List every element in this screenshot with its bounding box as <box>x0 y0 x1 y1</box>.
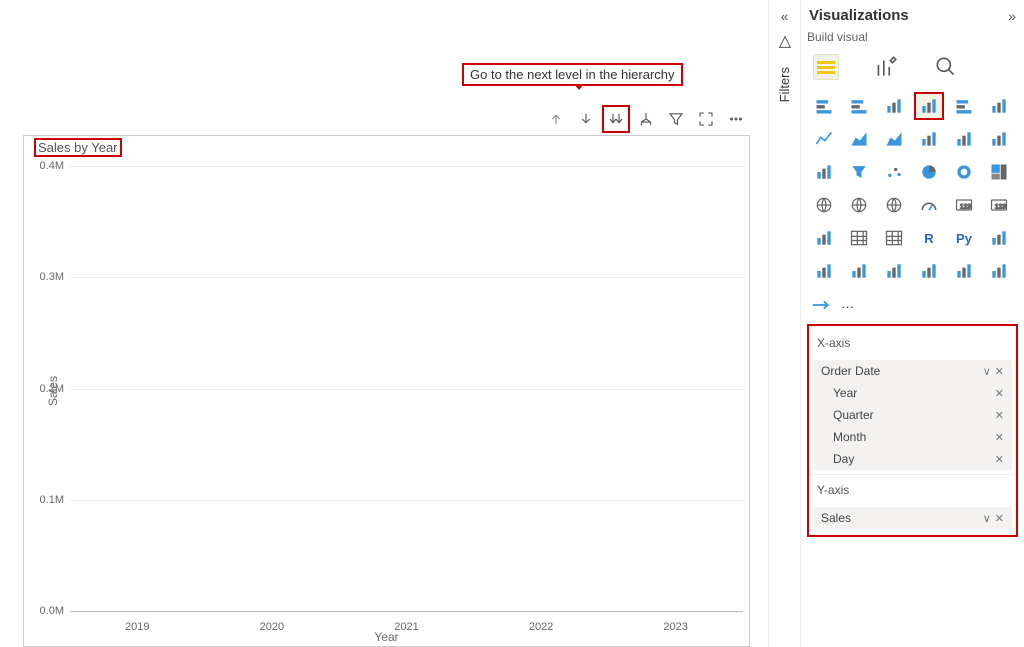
viz-type-multi-card[interactable]: 123 <box>984 191 1014 219</box>
field-pill-sales[interactable]: Sales ∨✕ <box>813 507 1012 529</box>
visualizations-pane: Visualizations » Build visual 123123RPy … <box>800 0 1024 647</box>
remove-field-icon[interactable]: ✕ <box>995 453 1004 466</box>
more-options-icon[interactable] <box>722 105 750 133</box>
focus-mode-icon[interactable] <box>692 105 720 133</box>
viz-type-qna[interactable] <box>844 257 874 285</box>
x-tick: 2020 <box>260 621 284 633</box>
viz-type-stacked-area[interactable] <box>879 125 909 153</box>
filter-icon[interactable] <box>662 105 690 133</box>
y-tick: 0.4M <box>28 160 64 172</box>
viz-type-stacked-bar-v[interactable] <box>844 92 874 120</box>
viz-type-line-col-stack[interactable] <box>949 125 979 153</box>
viz-type-narrative[interactable] <box>879 257 909 285</box>
build-visual-label: Build visual <box>807 30 868 44</box>
collapse-viz-icon[interactable]: » <box>1008 8 1016 24</box>
viz-type-clustered-bar-h[interactable] <box>879 92 909 120</box>
chart-tile[interactable]: Sales by Year Sales Year 0.0M0.1M0.2M0.3… <box>23 135 750 647</box>
x-tick: 2022 <box>529 621 553 633</box>
chevron-down-icon[interactable]: ∨ <box>983 512 991 525</box>
viz-type-scatter[interactable] <box>879 158 909 186</box>
y-tick: 0.0M <box>28 605 64 617</box>
viz-type-kpi[interactable] <box>809 224 839 252</box>
viz-type-ribbon[interactable] <box>984 125 1014 153</box>
viz-type-table[interactable] <box>879 224 909 252</box>
viz-pane-title: Visualizations <box>809 7 909 24</box>
viz-type-treemap[interactable] <box>984 158 1014 186</box>
viz-type-100-stacked-h[interactable] <box>949 92 979 120</box>
field-pill-quarter[interactable]: Quarter ✕ <box>813 404 1012 426</box>
chart-title: Sales by Year <box>34 138 122 157</box>
expand-filters-icon[interactable]: « <box>781 8 789 24</box>
viz-type-metrics[interactable] <box>949 257 979 285</box>
y-axis-well-header[interactable]: Y-axis <box>809 474 1016 505</box>
remove-field-icon[interactable]: ✕ <box>995 365 1004 378</box>
viz-type-card[interactable]: 123 <box>949 191 979 219</box>
x-tick: 2019 <box>125 621 149 633</box>
viz-type-clustered-bar-v[interactable] <box>914 92 944 120</box>
viz-type-area[interactable] <box>844 125 874 153</box>
viz-type-python[interactable]: Py <box>949 224 979 252</box>
expand-all-icon[interactable] <box>632 105 660 133</box>
expand-next-level-icon[interactable] <box>602 105 630 133</box>
viz-type-power-apps[interactable] <box>984 257 1014 285</box>
drill-up-icon[interactable] <box>542 105 570 133</box>
viz-type-pie[interactable] <box>914 158 944 186</box>
x-tick: 2023 <box>663 621 687 633</box>
chevron-down-icon[interactable]: ∨ <box>983 365 991 378</box>
spotlight-icon[interactable] <box>777 34 793 53</box>
analytics-icon[interactable] <box>933 54 959 80</box>
viz-type-100-stacked-v[interactable] <box>984 92 1014 120</box>
y-tick: 0.2M <box>28 383 64 395</box>
viz-type-line[interactable] <box>809 125 839 153</box>
viz-type-decomp[interactable] <box>809 257 839 285</box>
format-visual-icon[interactable] <box>873 54 899 80</box>
viz-type-key-influencers[interactable] <box>984 224 1014 252</box>
viz-type-r[interactable]: R <box>914 224 944 252</box>
more-visuals-icon[interactable] <box>811 297 833 316</box>
viz-type-paginated[interactable] <box>914 257 944 285</box>
x-axis-well-header[interactable]: X-axis <box>809 328 1016 358</box>
remove-field-icon[interactable]: ✕ <box>995 431 1004 444</box>
viz-type-donut[interactable] <box>949 158 979 186</box>
viz-type-line-col[interactable] <box>914 125 944 153</box>
chart-toolbar <box>542 105 750 133</box>
y-tick: 0.1M <box>28 494 64 506</box>
field-pill-day[interactable]: Day ✕ <box>813 448 1012 470</box>
viz-type-gallery: 123 123 RPy <box>807 90 1018 295</box>
viz-type-map[interactable] <box>809 191 839 219</box>
viz-type-slicer[interactable] <box>844 224 874 252</box>
field-pill-month[interactable]: Month ✕ <box>813 426 1012 448</box>
tooltip-next-level: Go to the next level in the hierarchy <box>462 63 683 86</box>
viz-type-stacked-bar-h[interactable] <box>809 92 839 120</box>
viz-type-gauge[interactable] <box>914 191 944 219</box>
remove-field-icon[interactable]: ✕ <box>995 512 1004 525</box>
viz-type-waterfall[interactable] <box>809 158 839 186</box>
viz-type-funnel[interactable] <box>844 158 874 186</box>
remove-field-icon[interactable]: ✕ <box>995 409 1004 422</box>
drill-down-icon[interactable] <box>572 105 600 133</box>
filters-label: Filters <box>777 67 792 102</box>
field-pill-year[interactable]: Year ✕ <box>813 382 1012 404</box>
build-visual-icon[interactable] <box>813 54 839 80</box>
field-pill-order-date[interactable]: Order Date ∨✕ <box>813 360 1012 382</box>
filters-pane-collapsed[interactable]: « Filters <box>768 0 800 647</box>
svg-text:123: 123 <box>995 203 1006 210</box>
ellipsis-icon[interactable]: ··· <box>841 299 854 314</box>
x-tick: 2021 <box>394 621 418 633</box>
remove-field-icon[interactable]: ✕ <box>995 387 1004 400</box>
svg-text:123: 123 <box>960 203 971 210</box>
field-wells: X-axis Order Date ∨✕ Year ✕ Quarter ✕ Mo… <box>807 324 1018 537</box>
y-tick: 0.3M <box>28 271 64 283</box>
viz-type-azure-map[interactable] <box>879 191 909 219</box>
viz-type-filled-map[interactable] <box>844 191 874 219</box>
